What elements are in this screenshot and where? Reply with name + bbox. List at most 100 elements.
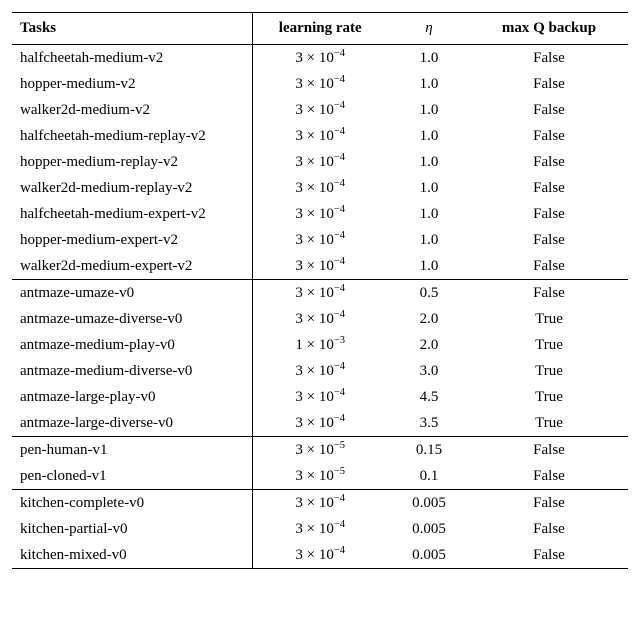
table-row: pen-human-v13 × 10−50.15False bbox=[12, 437, 628, 464]
cell-task: hopper-medium-replay-v2 bbox=[12, 149, 252, 175]
cell-maxq: True bbox=[470, 332, 628, 358]
table-row: halfcheetah-medium-expert-v23 × 10−41.0F… bbox=[12, 201, 628, 227]
cell-learning-rate: 3 × 10−4 bbox=[252, 123, 388, 149]
cell-maxq: False bbox=[470, 253, 628, 280]
table-row: pen-cloned-v13 × 10−50.1False bbox=[12, 463, 628, 490]
cell-eta: 0.005 bbox=[388, 490, 470, 517]
cell-maxq: False bbox=[470, 437, 628, 464]
cell-task: antmaze-medium-diverse-v0 bbox=[12, 358, 252, 384]
cell-eta: 1.0 bbox=[388, 71, 470, 97]
cell-learning-rate: 3 × 10−4 bbox=[252, 97, 388, 123]
table-header-row: Tasks learning rate η max Q backup bbox=[12, 13, 628, 45]
cell-eta: 3.0 bbox=[388, 358, 470, 384]
cell-learning-rate: 3 × 10−4 bbox=[252, 71, 388, 97]
cell-task: hopper-medium-v2 bbox=[12, 71, 252, 97]
cell-task: antmaze-large-diverse-v0 bbox=[12, 410, 252, 437]
cell-task: walker2d-medium-expert-v2 bbox=[12, 253, 252, 280]
cell-eta: 1.0 bbox=[388, 175, 470, 201]
cell-eta: 4.5 bbox=[388, 384, 470, 410]
cell-maxq: True bbox=[470, 358, 628, 384]
cell-learning-rate: 3 × 10−5 bbox=[252, 437, 388, 464]
cell-eta: 1.0 bbox=[388, 253, 470, 280]
header-max-q-backup: max Q backup bbox=[470, 13, 628, 45]
cell-learning-rate: 3 × 10−4 bbox=[252, 410, 388, 437]
cell-learning-rate: 1 × 10−3 bbox=[252, 332, 388, 358]
table-row: kitchen-complete-v03 × 10−40.005False bbox=[12, 490, 628, 517]
cell-learning-rate: 3 × 10−4 bbox=[252, 149, 388, 175]
table-row: walker2d-medium-v23 × 10−41.0False bbox=[12, 97, 628, 123]
cell-learning-rate: 3 × 10−4 bbox=[252, 175, 388, 201]
cell-eta: 2.0 bbox=[388, 332, 470, 358]
cell-task: walker2d-medium-v2 bbox=[12, 97, 252, 123]
cell-task: kitchen-complete-v0 bbox=[12, 490, 252, 517]
cell-learning-rate: 3 × 10−4 bbox=[252, 227, 388, 253]
cell-eta: 1.0 bbox=[388, 45, 470, 72]
cell-maxq: False bbox=[470, 227, 628, 253]
table-row: antmaze-large-diverse-v03 × 10−43.5True bbox=[12, 410, 628, 437]
cell-maxq: True bbox=[470, 384, 628, 410]
cell-task: antmaze-umaze-v0 bbox=[12, 280, 252, 307]
cell-task: halfcheetah-medium-expert-v2 bbox=[12, 201, 252, 227]
cell-task: walker2d-medium-replay-v2 bbox=[12, 175, 252, 201]
table-row: antmaze-large-play-v03 × 10−44.5True bbox=[12, 384, 628, 410]
cell-task: antmaze-large-play-v0 bbox=[12, 384, 252, 410]
cell-maxq: False bbox=[470, 201, 628, 227]
cell-task: halfcheetah-medium-v2 bbox=[12, 45, 252, 72]
table-row: hopper-medium-expert-v23 × 10−41.0False bbox=[12, 227, 628, 253]
cell-maxq: False bbox=[470, 542, 628, 569]
table-row: antmaze-medium-play-v01 × 10−32.0True bbox=[12, 332, 628, 358]
table-row: antmaze-umaze-diverse-v03 × 10−42.0True bbox=[12, 306, 628, 332]
table-row: walker2d-medium-replay-v23 × 10−41.0Fals… bbox=[12, 175, 628, 201]
cell-eta: 0.5 bbox=[388, 280, 470, 307]
cell-learning-rate: 3 × 10−4 bbox=[252, 490, 388, 517]
table-row: kitchen-partial-v03 × 10−40.005False bbox=[12, 516, 628, 542]
table-row: kitchen-mixed-v03 × 10−40.005False bbox=[12, 542, 628, 569]
table-row: antmaze-umaze-v03 × 10−40.5False bbox=[12, 280, 628, 307]
cell-task: pen-cloned-v1 bbox=[12, 463, 252, 490]
table-row: halfcheetah-medium-v23 × 10−41.0False bbox=[12, 45, 628, 72]
cell-maxq: False bbox=[470, 280, 628, 307]
table-row: walker2d-medium-expert-v23 × 10−41.0Fals… bbox=[12, 253, 628, 280]
cell-learning-rate: 3 × 10−5 bbox=[252, 463, 388, 490]
cell-task: hopper-medium-expert-v2 bbox=[12, 227, 252, 253]
cell-maxq: False bbox=[470, 71, 628, 97]
cell-eta: 0.1 bbox=[388, 463, 470, 490]
cell-maxq: False bbox=[470, 175, 628, 201]
cell-maxq: False bbox=[470, 149, 628, 175]
cell-eta: 1.0 bbox=[388, 227, 470, 253]
cell-maxq: False bbox=[470, 490, 628, 517]
hyperparameters-table: Tasks learning rate η max Q backup halfc… bbox=[12, 12, 628, 569]
table-row: hopper-medium-replay-v23 × 10−41.0False bbox=[12, 149, 628, 175]
cell-learning-rate: 3 × 10−4 bbox=[252, 542, 388, 569]
cell-maxq: False bbox=[470, 516, 628, 542]
cell-eta: 1.0 bbox=[388, 201, 470, 227]
cell-maxq: True bbox=[470, 306, 628, 332]
cell-learning-rate: 3 × 10−4 bbox=[252, 358, 388, 384]
cell-eta: 1.0 bbox=[388, 149, 470, 175]
header-learning-rate: learning rate bbox=[252, 13, 388, 45]
cell-learning-rate: 3 × 10−4 bbox=[252, 45, 388, 72]
cell-maxq: False bbox=[470, 463, 628, 490]
cell-maxq: False bbox=[470, 45, 628, 72]
cell-eta: 1.0 bbox=[388, 97, 470, 123]
cell-task: antmaze-medium-play-v0 bbox=[12, 332, 252, 358]
header-eta: η bbox=[388, 13, 470, 45]
cell-learning-rate: 3 × 10−4 bbox=[252, 280, 388, 307]
cell-eta: 0.15 bbox=[388, 437, 470, 464]
cell-learning-rate: 3 × 10−4 bbox=[252, 306, 388, 332]
cell-maxq: True bbox=[470, 410, 628, 437]
cell-eta: 2.0 bbox=[388, 306, 470, 332]
cell-learning-rate: 3 × 10−4 bbox=[252, 253, 388, 280]
header-tasks: Tasks bbox=[12, 13, 252, 45]
cell-maxq: False bbox=[470, 123, 628, 149]
cell-eta: 1.0 bbox=[388, 123, 470, 149]
cell-learning-rate: 3 × 10−4 bbox=[252, 201, 388, 227]
table-row: hopper-medium-v23 × 10−41.0False bbox=[12, 71, 628, 97]
cell-maxq: False bbox=[470, 97, 628, 123]
table-row: antmaze-medium-diverse-v03 × 10−43.0True bbox=[12, 358, 628, 384]
table-row: halfcheetah-medium-replay-v23 × 10−41.0F… bbox=[12, 123, 628, 149]
cell-learning-rate: 3 × 10−4 bbox=[252, 516, 388, 542]
cell-task: kitchen-partial-v0 bbox=[12, 516, 252, 542]
cell-task: antmaze-umaze-diverse-v0 bbox=[12, 306, 252, 332]
cell-task: halfcheetah-medium-replay-v2 bbox=[12, 123, 252, 149]
